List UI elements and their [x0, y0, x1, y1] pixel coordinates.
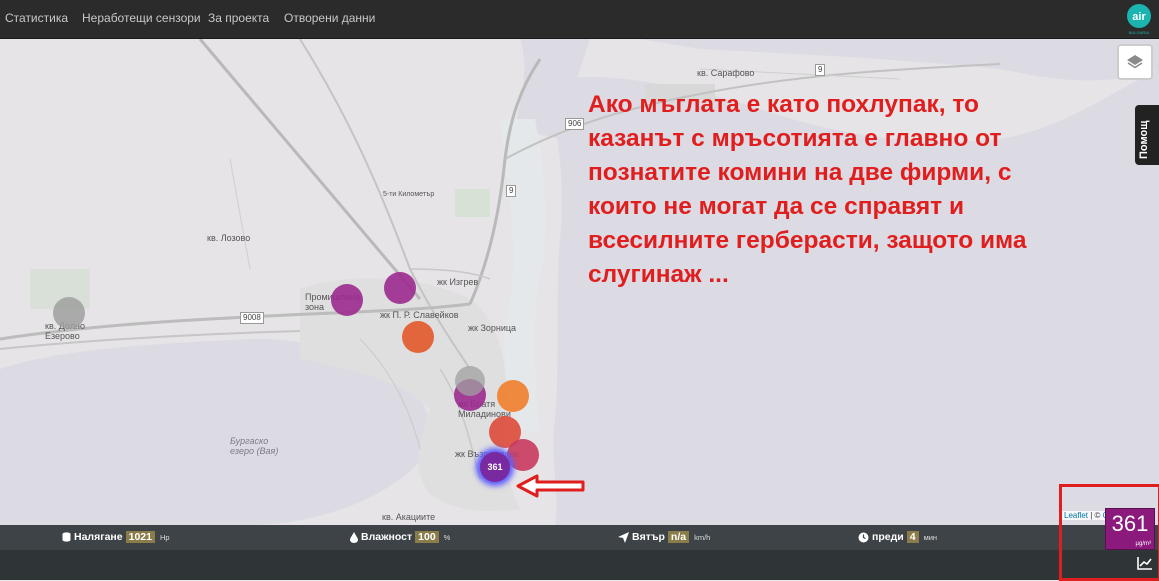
wind-stat: Вятър n/a km/h [618, 531, 710, 543]
road-number-9008: 9008 [240, 312, 264, 324]
nav-open-data[interactable]: Отворени данни [284, 11, 375, 25]
sensor-marker-purple[interactable] [384, 272, 416, 304]
annotation-line: които не могат да се справят и [588, 193, 965, 220]
map-label-lake: Бургаско езеро (Вая) [230, 436, 279, 456]
wind-label: Вятър [632, 531, 665, 543]
wind-unit: km/h [694, 532, 711, 542]
annotation-line: слугинаж ... [588, 261, 729, 288]
annotation-line: всесилните герберасти, защото има [588, 227, 1027, 254]
sensor-marker-purple[interactable] [331, 284, 363, 316]
pressure-value: 1021 [125, 531, 155, 543]
clock-icon [858, 532, 869, 542]
top-navbar: Статистика Неработещи сензори За проекта… [0, 0, 1159, 39]
map-label-izgrev: жк Изгрев [437, 277, 479, 287]
status-bar: Налягане 1021 Hp Влажност 100 % Вятър n/… [0, 525, 1159, 550]
pressure-unit: Hp [159, 532, 170, 542]
nav-statistics[interactable]: Статистика [5, 11, 68, 25]
paper-plane-icon [618, 531, 629, 543]
sensor-marker-gray[interactable] [455, 366, 485, 396]
layers-icon [1127, 55, 1143, 69]
annotation-text: Ако мъглата е като похлупак, то казанът … [588, 88, 1148, 292]
arrow-left-icon [516, 474, 585, 498]
drop-icon [350, 531, 358, 543]
time-unit: мин [923, 532, 938, 542]
time-stat: преди 4 мин [858, 531, 937, 543]
annotation-line: Ако мъглата е като похлупак, то [588, 91, 979, 118]
map-label-sarafovo: кв. Сарафово [697, 68, 755, 78]
sensor-marker-orange[interactable] [497, 380, 529, 412]
svg-text:air: air [1132, 11, 1146, 23]
time-value: 4 [906, 531, 919, 543]
humidity-stat: Влажност 100 % [350, 531, 450, 543]
sensor-marker-red-orange[interactable] [402, 321, 434, 353]
brand-logo[interactable]: air BULGARIA [1123, 3, 1155, 35]
map-label-km5: 5-ти Километър [383, 191, 435, 198]
map-label-slaveikov: жк П. Р. Славейков [380, 310, 459, 320]
road-number-9-north: 9 [815, 64, 826, 76]
database-icon [62, 532, 71, 542]
map-label-zornitsa: жк Зорница [468, 323, 517, 333]
map-label-lozovo: кв. Лозово [207, 233, 251, 243]
humidity-unit: % [443, 532, 451, 542]
annotation-line: познатите комини на две фирми, с [588, 159, 1012, 186]
footer-bar [0, 550, 1159, 580]
road-number-9: 9 [506, 185, 517, 197]
pressure-stat: Налягане 1021 Hp [62, 531, 170, 543]
highlight-frame [1059, 484, 1159, 581]
layers-button[interactable] [1117, 44, 1153, 80]
humidity-label: Влажност [361, 531, 413, 543]
pressure-label: Налягане [74, 531, 123, 543]
map-label-akatsiite: кв. Акациите [382, 512, 436, 522]
nav-broken-sensors[interactable]: Неработещи сензори [82, 11, 201, 25]
nav-about[interactable]: За проекта [208, 11, 269, 25]
humidity-value: 100 [415, 531, 439, 543]
road-number-906: 906 [565, 118, 585, 130]
help-tab[interactable]: Помощ [1135, 105, 1159, 165]
svg-text:BULGARIA: BULGARIA [1129, 30, 1150, 35]
help-tab-label: Помощ [1138, 120, 1150, 159]
sensor-marker-gray[interactable] [53, 297, 85, 329]
sensor-marker-crimson[interactable] [507, 439, 539, 471]
time-label: преди [872, 531, 904, 543]
wind-value: n/a [667, 531, 690, 543]
selected-sensor-marker[interactable]: 361 [480, 452, 510, 482]
annotation-line: казанът с мръсотията е главно от [588, 125, 1002, 152]
